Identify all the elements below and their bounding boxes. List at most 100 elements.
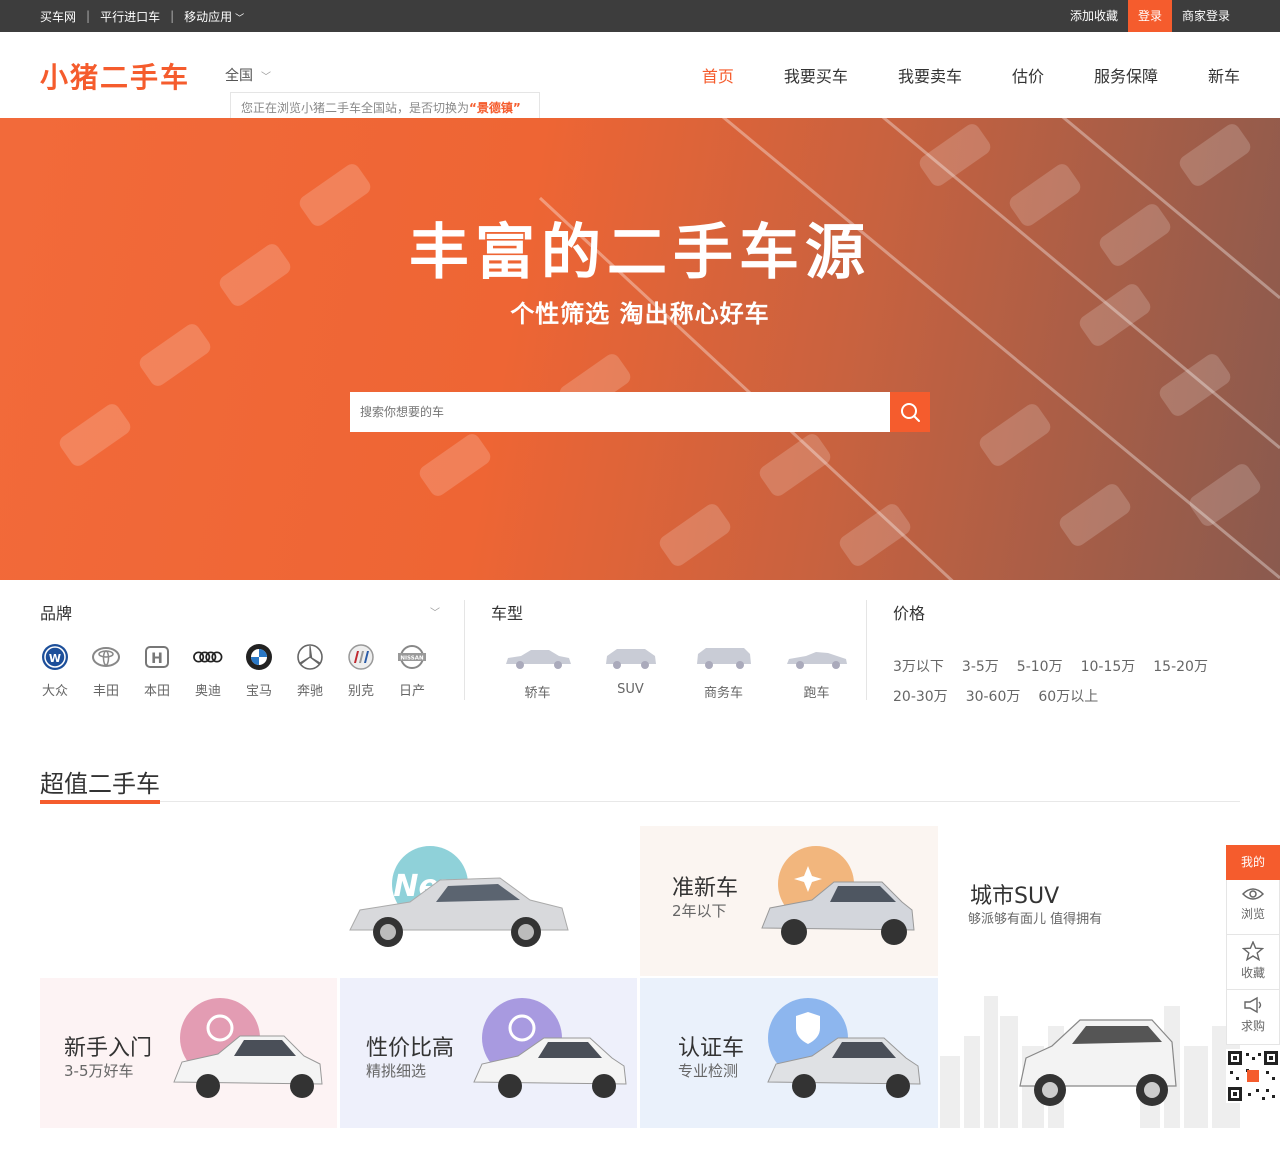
brand-benz[interactable]: 奔驰	[295, 642, 346, 699]
divider	[464, 600, 465, 700]
beginner-car-image	[173, 998, 323, 1098]
brand-label: 大众	[41, 684, 68, 699]
brand-honda[interactable]: H 本田	[142, 642, 193, 699]
divider: |	[86, 9, 91, 23]
nav-buy[interactable]: 我要买车	[784, 63, 848, 87]
tile-subtitle: 专业检测	[678, 1062, 739, 1080]
switch-city-link[interactable]: “景德镇”	[469, 101, 521, 115]
tile-title: 准新车	[672, 876, 739, 901]
brand-nissan[interactable]: NISSAN 日产	[397, 642, 448, 699]
city-selector[interactable]: 全国 ﹀	[225, 65, 271, 85]
tile-title: 城市SUV	[970, 884, 1060, 909]
side-item-label: 收藏	[1240, 966, 1265, 980]
divider	[866, 600, 867, 700]
top-links: 买车网 | 平行进口车 | 移动应用 ﹀	[40, 0, 244, 32]
type-sedan[interactable]: 轿车	[491, 646, 584, 701]
tile-title: 认证车	[678, 1036, 745, 1061]
dealer-login-link[interactable]: 商家登录	[1172, 0, 1240, 32]
nav-sell[interactable]: 我要卖车	[898, 63, 962, 87]
brand-label: 奔驰	[296, 684, 323, 699]
wanted-button[interactable]: 求购	[1226, 990, 1280, 1045]
price-option[interactable]: 30-60万	[966, 682, 1021, 712]
tile-subtitle: 够派够有面儿 值得拥有	[968, 912, 1103, 927]
price-option[interactable]: 15-20万	[1153, 652, 1208, 682]
brand-list: W 大众 丰田 H 本田 奥迪 宝马 奔驰 别克 NISSAN 日产	[40, 642, 448, 699]
top-utility-bar: 买车网 | 平行进口车 | 移动应用 ﹀ 添加收藏 登录 商家登录	[0, 0, 1280, 32]
tile-beginner[interactable]: 新手入门 3-5万好车	[40, 978, 337, 1128]
price-option[interactable]: 60万以上	[1038, 682, 1098, 712]
type-label: 轿车	[524, 686, 551, 701]
side-item-label: 求购	[1240, 1019, 1265, 1033]
parallel-import-link[interactable]: 平行进口车	[100, 8, 160, 25]
add-favorite-link[interactable]: 添加收藏	[1060, 0, 1128, 32]
login-button[interactable]: 登录	[1127, 0, 1172, 32]
site-logo[interactable]: 小猪二手车	[40, 56, 190, 96]
side-toolbar: 我的 浏览 收藏 求购	[1226, 845, 1280, 1107]
type-suv[interactable]: SUV	[584, 646, 677, 701]
price-option[interactable]: 5-10万	[1017, 652, 1063, 682]
certified-car-image	[767, 998, 921, 1098]
city-tip-text: 您正在浏览小猪二手车全国站，是否切换为	[241, 101, 470, 115]
site-header: 小猪二手车 全国 ﹀ 您正在浏览小猪二手车全国站，是否切换为“景德镇” 首页 我要…	[0, 32, 1280, 124]
brand-bmw[interactable]: 宝马	[244, 642, 295, 699]
section-accent-bar	[40, 800, 160, 804]
section-divider	[40, 801, 1240, 802]
nav-new-car[interactable]: 新车	[1208, 63, 1240, 87]
type-mpv[interactable]: 商务车	[677, 646, 770, 701]
price-option[interactable]: 20-30万	[893, 682, 948, 712]
nav-home[interactable]: 首页	[702, 63, 734, 87]
tile-near-new[interactable]: 准新车 2年以下	[640, 826, 938, 976]
hero-banner: 丰富的二手车源 个性筛选 淘出称心好车	[0, 118, 1280, 580]
brand-label: 别克	[347, 684, 374, 699]
buy-car-site-link[interactable]: 买车网	[40, 8, 76, 25]
browse-history-button[interactable]: 浏览	[1226, 880, 1280, 935]
tile-new-arrivals[interactable]: New	[40, 826, 637, 976]
price-option[interactable]: 3-5万	[962, 652, 999, 682]
tile-title: 新手入门	[64, 1036, 153, 1061]
sports-car-icon	[786, 652, 847, 669]
tile-title: 性价比高	[366, 1036, 455, 1061]
price-option[interactable]: 3万以下	[893, 652, 944, 682]
brand-toyota[interactable]: 丰田	[91, 642, 142, 699]
qr-code-image	[1226, 1049, 1280, 1103]
side-item-label: 浏览	[1240, 907, 1265, 921]
type-label: 跑车	[803, 686, 830, 701]
price-option[interactable]: 10-15万	[1081, 652, 1136, 682]
value-car-image	[473, 998, 627, 1098]
suv-icon	[605, 649, 656, 669]
chevron-down-icon: ﹀	[235, 13, 245, 24]
nav-estimate[interactable]: 估价	[1012, 63, 1044, 87]
search-input[interactable]	[350, 392, 890, 432]
favorites-button[interactable]: 收藏	[1226, 935, 1280, 990]
mercedes-logo-icon	[295, 642, 325, 672]
tile-certified[interactable]: 认证车 专业检测	[640, 978, 938, 1128]
hero-title: 丰富的二手车源	[409, 218, 871, 288]
parking-lot-background	[59, 118, 1280, 580]
new-car-image: New	[349, 846, 569, 947]
tile-subtitle: 2年以下	[672, 902, 727, 920]
brand-label: 宝马	[245, 684, 272, 699]
city-skyline-image	[940, 996, 1240, 1128]
type-label: SUV	[617, 682, 644, 697]
tile-subtitle: 精挑细选	[366, 1062, 427, 1080]
nissan-logo-icon: NISSAN	[397, 642, 427, 672]
brand-label: 日产	[398, 684, 425, 699]
main-nav: 首页 我要买车 我要卖车 估价 服务保障 新车	[652, 32, 1240, 118]
brand-audi[interactable]: 奥迪	[193, 642, 244, 699]
svg-text:NISSAN: NISSAN	[400, 656, 424, 662]
bmw-logo-icon	[244, 642, 274, 672]
mobile-app-link[interactable]: 移动应用 ﹀	[184, 8, 244, 25]
brand-buick[interactable]: 别克	[346, 642, 397, 699]
brand-vw[interactable]: W 大众	[40, 642, 91, 699]
chevron-down-icon[interactable]: ﹀	[430, 604, 440, 619]
tile-value[interactable]: 性价比高 精挑细选	[340, 978, 637, 1128]
tile-city-suv[interactable]: 城市SUV 够派够有面儿 值得拥有	[940, 826, 1240, 1128]
search-icon	[901, 403, 920, 422]
my-account-button[interactable]: 我的	[1226, 845, 1280, 880]
type-list: 轿车 SUV 商务车 跑车	[491, 646, 863, 701]
hero-subtitle: 个性筛选 淘出称心好车	[510, 300, 770, 328]
nav-service[interactable]: 服务保障	[1094, 63, 1158, 87]
mobile-app-label: 移动应用	[184, 9, 233, 24]
type-sports[interactable]: 跑车	[770, 646, 863, 701]
search-button[interactable]	[890, 392, 930, 432]
